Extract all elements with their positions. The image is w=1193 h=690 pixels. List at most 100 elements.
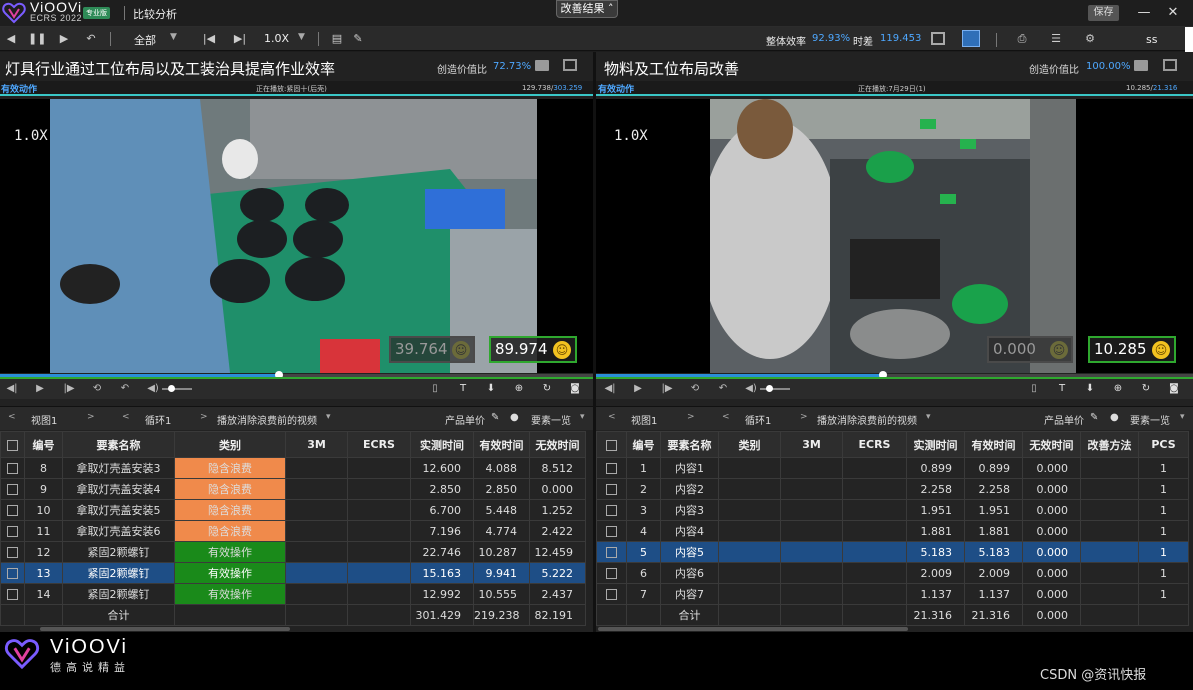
folder-icon[interactable] <box>1134 60 1148 71</box>
gear-icon[interactable]: ⚙ <box>1081 30 1099 48</box>
table-row[interactable]: 10 拿取灯壳盖安装5 隐含浪费 6.700 5.448 1.252 <box>0 499 586 521</box>
camera-icon[interactable]: ◙ <box>1166 381 1182 397</box>
frame-forward-icon[interactable]: |▶ <box>659 381 675 397</box>
cell-3m[interactable] <box>780 499 843 521</box>
refresh-icon[interactable]: ↻ <box>1138 381 1154 397</box>
table-row[interactable]: 12 紧固2颗螺钉 有效操作 22.746 10.287 12.459 <box>0 541 586 563</box>
skip-back-icon[interactable]: |◀ <box>200 30 218 48</box>
chevron-right-icon[interactable]: > <box>800 412 808 422</box>
folder-icon[interactable] <box>535 60 549 71</box>
row-checkbox[interactable] <box>0 457 25 479</box>
cell-ecrs[interactable] <box>347 520 411 542</box>
stack-layout-icon[interactable] <box>962 30 980 47</box>
column-header[interactable]: 有效时间 <box>473 431 530 458</box>
menu-icon[interactable]: ☰ <box>1047 30 1065 48</box>
column-header[interactable]: PCS <box>1138 431 1189 458</box>
improvement-method[interactable] <box>1080 478 1139 500</box>
category-tag[interactable]: 隐含浪费 <box>174 499 286 521</box>
chevron-left-icon[interactable]: < <box>8 412 16 422</box>
category-tag[interactable]: 隐含浪费 <box>174 478 286 500</box>
chevron-right-icon[interactable]: > <box>87 412 95 422</box>
cell-ecrs[interactable] <box>347 541 411 563</box>
frame-back-icon[interactable]: ◀| <box>602 381 618 397</box>
undo-icon[interactable]: ↶ <box>715 381 731 397</box>
volume-slider[interactable] <box>760 385 790 392</box>
play-icon[interactable]: ▶ <box>32 381 48 397</box>
category-tag[interactable] <box>718 562 781 584</box>
select-all-checkbox[interactable] <box>0 431 25 458</box>
currency-icon[interactable]: ● <box>510 412 519 423</box>
row-checkbox[interactable] <box>596 562 627 584</box>
chevron-right-icon[interactable]: > <box>200 412 208 422</box>
column-header[interactable]: 要素名称 <box>660 431 719 458</box>
table-row[interactable]: 2 内容2 2.258 2.258 0.000 1 <box>596 478 1189 500</box>
cell-3m[interactable] <box>780 478 843 500</box>
right-horizontal-scrollbar[interactable] <box>598 627 908 631</box>
volume-slider[interactable] <box>162 385 192 392</box>
volume-knob[interactable] <box>168 385 175 392</box>
chevron-down-icon[interactable]: ▼ <box>298 32 305 42</box>
row-checkbox[interactable] <box>596 520 627 542</box>
column-header[interactable]: ECRS <box>842 431 907 458</box>
column-header[interactable]: 要素名称 <box>62 431 175 458</box>
row-checkbox[interactable] <box>0 541 25 563</box>
column-header[interactable]: 3M <box>285 431 348 458</box>
loop-icon[interactable]: ⟲ <box>89 381 105 397</box>
category-tag[interactable] <box>718 520 781 542</box>
category-tag[interactable] <box>718 478 781 500</box>
chevron-right-icon[interactable]: > <box>687 412 695 422</box>
column-header[interactable]: ECRS <box>347 431 411 458</box>
window-scrollbar[interactable] <box>1185 27 1193 53</box>
cell-ecrs[interactable] <box>347 499 411 521</box>
frame-forward-icon[interactable]: |▶ <box>61 381 77 397</box>
table-row[interactable]: 3 内容3 1.951 1.951 0.000 1 <box>596 499 1189 521</box>
category-tag[interactable]: 有效操作 <box>174 541 286 563</box>
cell-3m[interactable] <box>285 499 348 521</box>
play-mode-select[interactable]: 播放消除浪费前的视频 <box>817 412 917 427</box>
close-icon[interactable]: ✕ <box>1165 4 1181 22</box>
category-tag[interactable]: 有效操作 <box>174 583 286 605</box>
column-header[interactable]: 类别 <box>174 431 286 458</box>
pen-icon[interactable]: ✎ <box>349 30 367 48</box>
table-row[interactable]: 11 拿取灯壳盖安装6 隐含浪费 7.196 4.774 2.422 <box>0 520 586 542</box>
view-select[interactable]: 视图1 <box>631 412 657 427</box>
play-icon[interactable]: ▶ <box>630 381 646 397</box>
left-horizontal-scrollbar[interactable] <box>40 627 290 631</box>
category-tag[interactable] <box>718 457 781 479</box>
column-header[interactable]: 实测时间 <box>410 431 474 458</box>
split-layout-icon[interactable] <box>931 32 945 45</box>
improve-results-dropdown[interactable]: 改善结果 ˄ <box>556 0 618 18</box>
cell-ecrs[interactable] <box>842 562 907 584</box>
frame-back-icon[interactable]: ◀| <box>4 381 20 397</box>
row-checkbox[interactable] <box>596 583 627 605</box>
cell-3m[interactable] <box>780 457 843 479</box>
category-tag[interactable]: 有效操作 <box>174 562 286 584</box>
loop-select[interactable]: 循环1 <box>745 412 771 427</box>
loop-icon[interactable]: ⟲ <box>687 381 703 397</box>
row-checkbox[interactable] <box>0 520 25 542</box>
table-row[interactable]: 13 紧固2颗螺钉 有效操作 15.163 9.941 5.222 <box>0 562 586 584</box>
improvement-method[interactable] <box>1080 562 1139 584</box>
row-checkbox[interactable] <box>596 541 627 563</box>
cell-ecrs[interactable] <box>347 457 411 479</box>
volume-icon[interactable]: ◀) <box>145 381 161 397</box>
table-row[interactable]: 5 内容5 5.183 5.183 0.000 1 <box>596 541 1189 563</box>
chevron-down-icon[interactable]: ▾ <box>926 412 931 422</box>
table-row[interactable]: 8 拿取灯壳盖安装3 隐含浪费 12.600 4.088 8.512 <box>0 457 586 479</box>
table-row[interactable]: 6 内容6 2.009 2.009 0.000 1 <box>596 562 1189 584</box>
minimize-icon[interactable]: — <box>1136 4 1152 22</box>
user-name[interactable]: ss <box>1146 33 1157 46</box>
play-icon[interactable]: ▶ <box>55 30 73 48</box>
cell-3m[interactable] <box>780 562 843 584</box>
table-row[interactable]: 14 紧固2颗螺钉 有效操作 12.992 10.555 2.437 <box>0 583 586 605</box>
undo-icon[interactable]: ↶ <box>117 381 133 397</box>
camera-icon[interactable]: ◙ <box>567 381 583 397</box>
element-list-select[interactable]: 要素一览 <box>1130 412 1170 427</box>
volume-icon[interactable]: ◀) <box>743 381 759 397</box>
improvement-method[interactable] <box>1080 541 1139 563</box>
cell-3m[interactable] <box>285 478 348 500</box>
undo-icon[interactable]: ↶ <box>82 30 100 48</box>
row-checkbox[interactable] <box>0 499 25 521</box>
loop-select[interactable]: 循环1 <box>145 412 171 427</box>
right-video[interactable]: 1.0X 0.000 ☺ 10.285 ☺ <box>596 99 1193 373</box>
